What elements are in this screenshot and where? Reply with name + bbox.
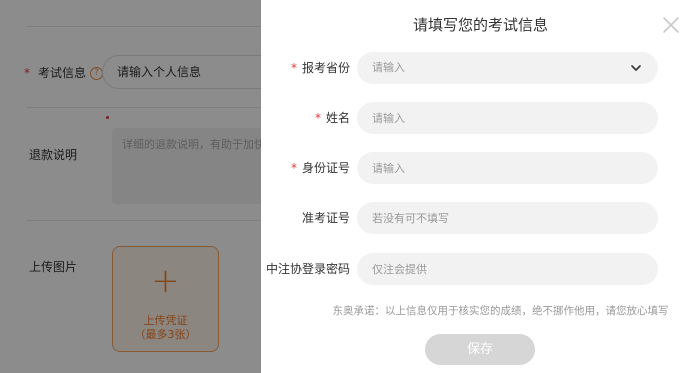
cicpa-password-input[interactable] (357, 253, 658, 285)
form-row-province: * 报考省份 请输入 (261, 52, 700, 84)
admission-ticket-input[interactable] (357, 202, 658, 234)
id-number-label: * 身份证号 (291, 152, 350, 184)
form-row-admission-ticket: 准考证号 (261, 202, 700, 234)
required-star: * (314, 111, 321, 125)
province-select[interactable]: 请输入 (357, 52, 658, 84)
close-icon[interactable] (662, 16, 680, 34)
province-select-value: 请输入 (372, 61, 405, 74)
exam-info-modal: 请填写您的考试信息 * 报考省份 请输入 * 姓名 * 身份证号 准考证号 中注协登录… (261, 0, 700, 373)
name-input[interactable] (357, 102, 658, 134)
admission-ticket-label: 准考证号 (301, 211, 350, 225)
province-label-text: 报考省份 (301, 61, 350, 75)
id-number-input[interactable] (357, 152, 658, 184)
name-label-text: 姓名 (325, 111, 350, 125)
form-row-cicpa-password: 中注协登录密码 (261, 253, 700, 285)
form-row-name: * 姓名 (261, 102, 700, 134)
promise-text: 东奥承诺：以上信息仅用于核实您的成绩，绝不挪作他用，请您放心填写 (332, 305, 669, 317)
save-button[interactable]: 保存 (425, 334, 535, 365)
name-label: * 姓名 (315, 102, 350, 134)
id-number-label-text: 身份证号 (301, 161, 350, 175)
required-star: * (290, 161, 297, 175)
chevron-down-icon (631, 65, 641, 71)
required-star: * (290, 61, 297, 75)
province-label: * 报考省份 (291, 52, 350, 84)
modal-title: 请填写您的考试信息 (412, 16, 548, 34)
form-row-id-number: * 身份证号 (261, 152, 700, 184)
cicpa-password-label: 中注协登录密码 (265, 262, 350, 276)
